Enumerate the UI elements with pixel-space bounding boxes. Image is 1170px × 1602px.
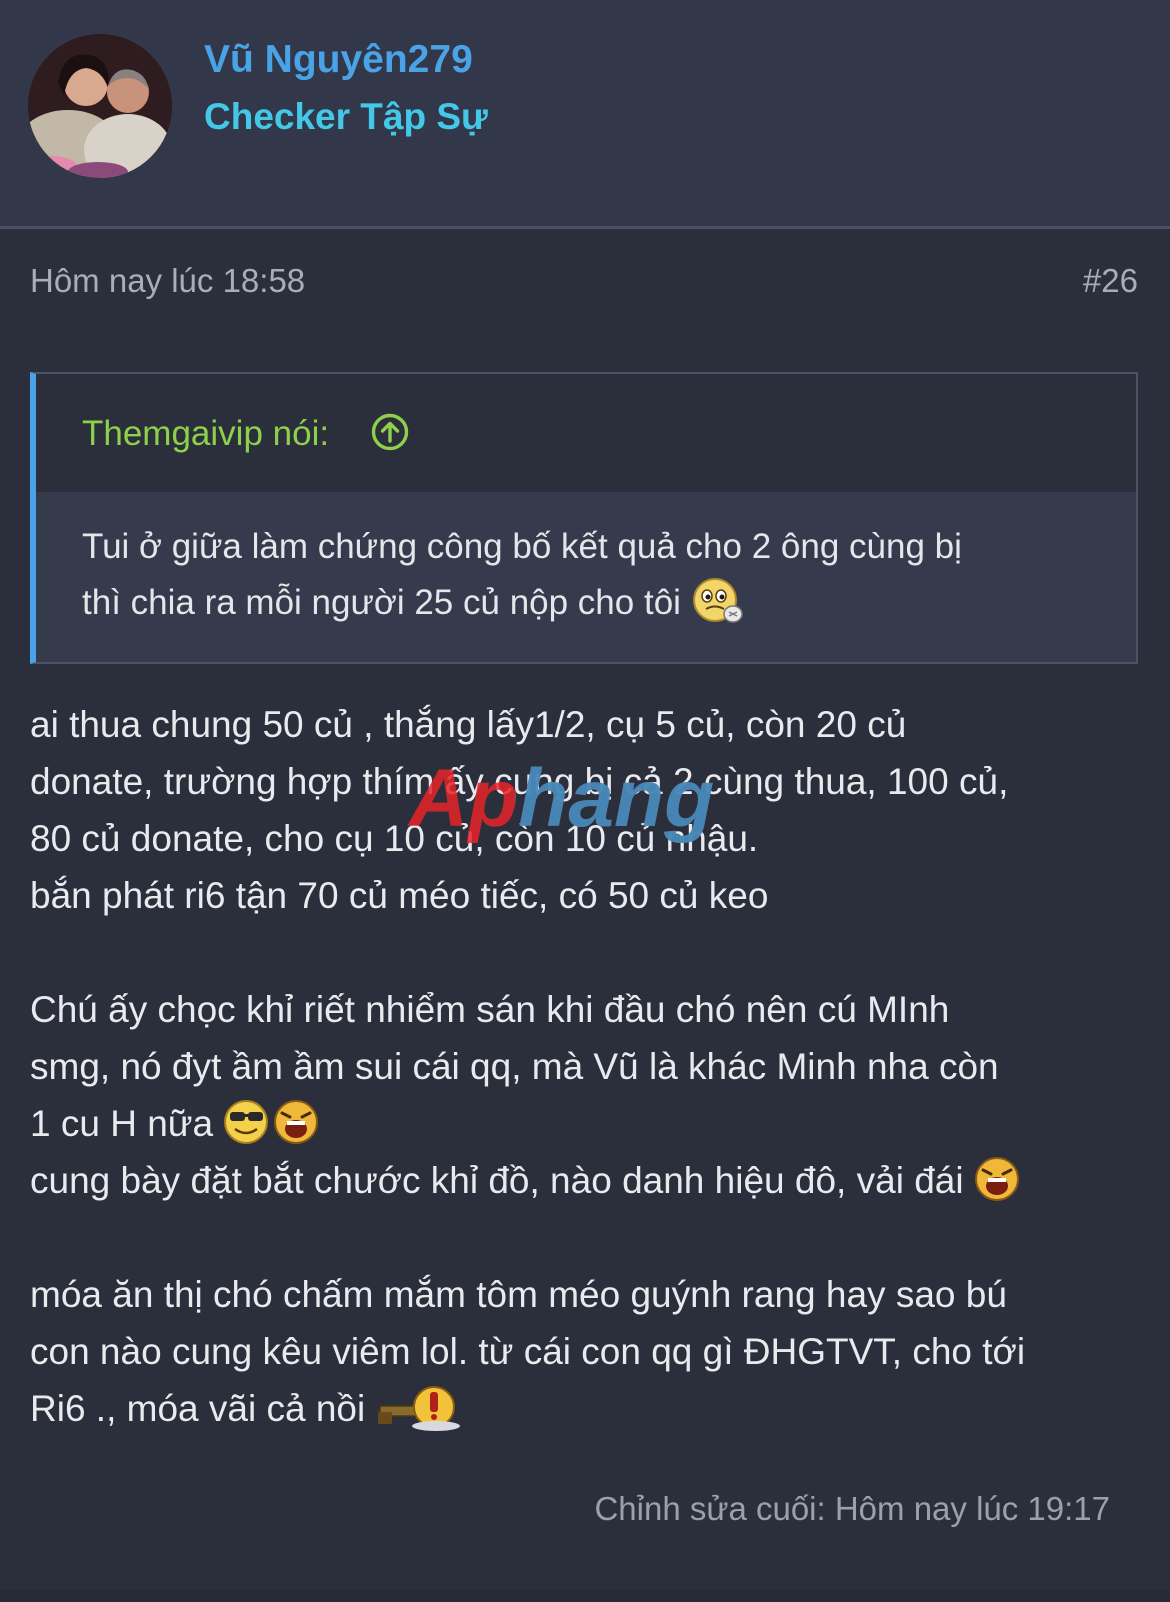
message-paragraph: Chú ấy chọc khỉ riết nhiểm sán khi đầu c…	[30, 981, 1140, 1152]
post-number-link[interactable]: #26	[1083, 262, 1138, 300]
username-link[interactable]: Vũ Nguyên279	[204, 38, 473, 82]
message-text: móa ăn thị chó chấm mắm tôm méo guýnh ra…	[30, 1274, 1026, 1429]
user-title: Checker Tập Sự	[204, 96, 488, 137]
quote-block: Themgaivip nói: Tui ở giữa làm chứng côn…	[30, 372, 1138, 664]
quote-line-text: thì chia ra mỗi người 25 củ nộp cho tôi	[82, 583, 681, 622]
message-paragraph: móa ăn thị chó chấm mắm tôm méo guýnh ra…	[30, 1266, 1140, 1437]
angry-gun-smiley-icon	[377, 1386, 460, 1432]
last-edited-note: Chỉnh sửa cuối: Hôm nay lúc 19:17	[594, 1490, 1110, 1527]
quote-line: Tui ở giữa làm chứng công bố kết quả cho…	[82, 527, 962, 566]
laughing-smiley-icon	[974, 1157, 1019, 1202]
post-message: ai thua chung 50 củ , thắng lấy1/2, cụ 5…	[30, 696, 1140, 1437]
post-divider	[0, 1590, 1170, 1602]
quote-line: thì chia ra mỗi người 25 củ nộp cho tôi	[82, 575, 1092, 631]
post-container: Vũ Nguyên279 Checker Tập Sự Hôm nay lúc …	[0, 0, 1170, 1602]
user-header: Vũ Nguyên279 Checker Tập Sự	[0, 0, 1170, 229]
quote-content: Tui ở giữa làm chứng công bố kết quả cho…	[82, 519, 1092, 631]
cool-sunglasses-smiley-icon	[224, 1100, 269, 1145]
thinking-smiley-icon	[692, 577, 743, 623]
laughing-smiley-icon	[274, 1100, 319, 1145]
message-paragraph: ai thua chung 50 củ , thắng lấy1/2, cụ 5…	[30, 704, 1009, 916]
message-paragraph: cung bày đặt bắt chước khỉ đồ, nào danh …	[30, 1152, 1140, 1209]
message-text: cung bày đặt bắt chước khỉ đồ, nào danh …	[30, 1160, 964, 1201]
message-text: Chú ấy chọc khỉ riết nhiểm sán khi đầu c…	[30, 989, 999, 1144]
quote-author[interactable]: Themgaivip nói:	[82, 414, 329, 454]
quote-header: Themgaivip nói:	[36, 374, 1136, 492]
avatar-image	[28, 34, 172, 178]
jump-to-quote-icon[interactable]	[370, 412, 410, 452]
post-timestamp[interactable]: Hôm nay lúc 18:58	[30, 262, 305, 300]
avatar[interactable]	[28, 34, 172, 178]
post-meta: Hôm nay lúc 18:58 #26	[30, 262, 1138, 302]
